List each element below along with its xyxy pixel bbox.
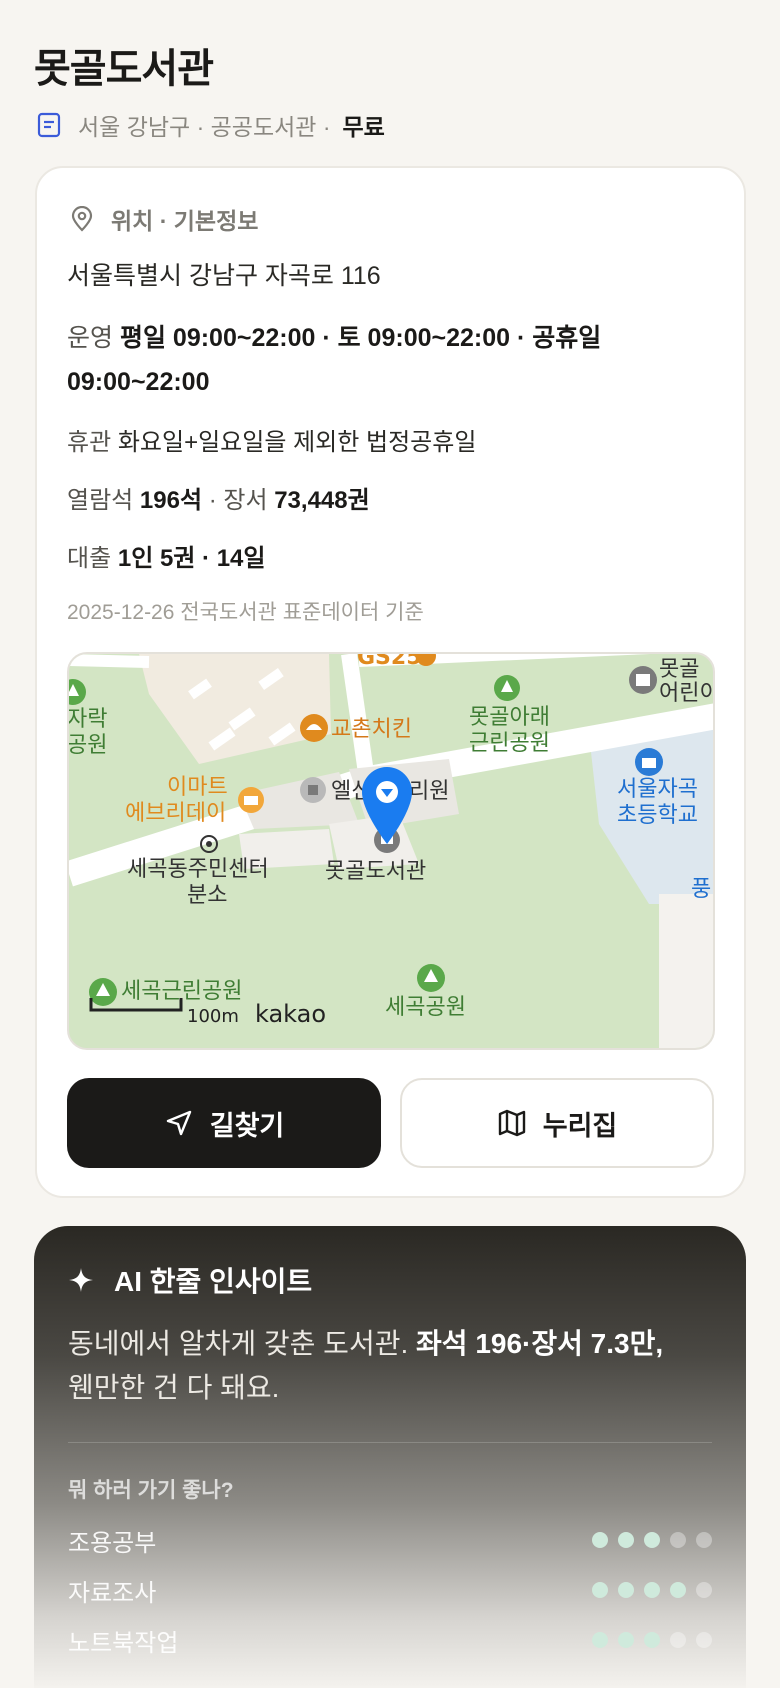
seats-label: 열람석 [67, 487, 134, 514]
loan-value: 1인 5권 · 14일 [117, 545, 266, 572]
rating-dot-filled [618, 1582, 634, 1598]
section-heading: 위치 · 기본정보 [69, 202, 258, 236]
map-label-elsi-2: 리원 [409, 779, 449, 804]
loan-label: 대출 [67, 545, 112, 572]
rating-dot-filled [618, 1632, 634, 1648]
info-card: 위치 · 기본정보 서울특별시 강남구 자곡로 116 운영 평일 09:00~… [35, 166, 746, 1198]
map-canvas[interactable]: GS25 자락 공원 교촌치킨 못골아래 근린공원 못골 어린이 이마트 에브리… [69, 654, 715, 1050]
seats-value: 196석 [139, 487, 203, 514]
loan-policy: 대출 1인 5권 · 14일 [67, 538, 265, 573]
ai-insight-text-plain: 동네에서 알차게 갖춘 도서관. [68, 1328, 417, 1359]
school-icon[interactable] [635, 748, 663, 776]
map-label-segok-park: 세곡공원 [385, 995, 466, 1020]
shopping-icon[interactable] [238, 787, 264, 813]
data-source: 2025-12-26 전국도서관 표준데이터 기준 [67, 601, 424, 624]
activity-row: 조용공부 [68, 1522, 712, 1558]
activity-rating [592, 1582, 712, 1598]
rating-dot-filled [592, 1582, 608, 1598]
rating-dot-filled [592, 1632, 608, 1648]
document-icon [37, 112, 61, 138]
map-label-gs25: GS25 [357, 654, 422, 670]
location-pin-icon [71, 206, 93, 232]
map-label-pung: 풍 [691, 877, 711, 902]
park-icon[interactable] [89, 978, 117, 1006]
address: 서울특별시 강남구 자곡로 116 [67, 262, 381, 290]
rating-dot-empty [696, 1582, 712, 1598]
rating-dot-empty [696, 1632, 712, 1648]
closed-label: 휴관 [67, 429, 112, 456]
activity-label: 노트북작업 [68, 1629, 179, 1657]
homepage-button[interactable]: 누리집 [400, 1078, 714, 1168]
ai-insight-text: 동네에서 알차게 갖춘 도서관. 좌석 196·장서 7.3만, 웬만한 건 다… [68, 1322, 708, 1410]
books-label: · 장서 [202, 487, 275, 514]
map-provider-logo: kakao [255, 1000, 326, 1028]
ai-insight-title: AI 한줄 인사이트 [114, 1266, 313, 1297]
rating-dot-empty [670, 1532, 686, 1548]
closed-days: 휴관 화요일+일요일을 제외한 법정공휴일 [67, 422, 476, 457]
activity-row: 자료조사 [68, 1572, 712, 1608]
library-meta: 서울 강남구 · 공공도서관 · 무료 [36, 108, 385, 142]
page-title: 못골도서관 [34, 47, 214, 91]
library-meta-text: 서울 강남구 · 공공도서관 · [78, 114, 331, 140]
activity-label: 조용공부 [68, 1529, 157, 1557]
library-icon[interactable] [629, 666, 657, 694]
books-value: 73,448권 [274, 487, 370, 514]
section-title: 위치 · 기본정보 [111, 208, 259, 234]
map-label-school: 서울자곡 [617, 777, 698, 802]
activity-label: 자료조사 [68, 1579, 157, 1607]
navigation-arrow-icon [166, 1110, 191, 1136]
map-label-kyochon: 교촌치킨 [331, 717, 412, 742]
opening-hours: 운영 평일 09:00~22:00 · 토 09:00~22:00 · 공휴일 … [67, 316, 687, 404]
map-label-motgol-children-2: 어린이 [659, 681, 715, 706]
rating-dot-empty [696, 1532, 712, 1548]
activity-question: 뭐 하러 가기 좋나? [68, 1479, 234, 1502]
directions-button[interactable]: 길찾기 [67, 1078, 381, 1168]
rating-dot-filled [592, 1532, 608, 1548]
ai-insight-header: AI 한줄 인사이트 [68, 1260, 312, 1300]
map-label-center-2: 분소 [187, 883, 227, 908]
map-label-jarak: 자락 [69, 707, 107, 732]
library-detail-page: 못골도서관 서울 강남구 · 공공도서관 · 무료 위치 · 기본정보 서울특별… [0, 0, 780, 1688]
map-label-motgol-park: 못골아래 [469, 705, 550, 730]
location-map[interactable]: GS25 자락 공원 교촌치킨 못골아래 근린공원 못골 어린이 이마트 에브리… [67, 652, 715, 1050]
park-icon[interactable] [494, 675, 520, 701]
fee-badge: 무료 [342, 114, 385, 140]
park-icon[interactable] [69, 679, 86, 705]
map-label-motgol-park-2: 근린공원 [469, 731, 550, 756]
map-label-park: 공원 [69, 733, 107, 758]
seats-and-books: 열람석 196석 · 장서 73,448권 [67, 480, 370, 515]
ai-insight-card: AI 한줄 인사이트 동네에서 알차게 갖춘 도서관. 좌석 196·장서 7.… [34, 1226, 746, 1688]
rating-dot-filled [618, 1532, 634, 1548]
map-label-school-2: 초등학교 [617, 803, 698, 828]
ai-insight-text-strong: 좌석 196·장서 7.3만, [416, 1328, 664, 1359]
ai-insight-text-tail: 웬만한 건 다 돼요. [68, 1372, 280, 1403]
map-label-library: 못골도서관 [325, 859, 426, 884]
hours-value: 평일 09:00~22:00 · 토 09:00~22:00 · 공휴일 09:… [67, 324, 602, 396]
activity-row: 노트북작업 [68, 1622, 712, 1658]
rating-dot-filled [670, 1582, 686, 1598]
hours-label: 운영 [67, 324, 114, 352]
activity-rating [592, 1632, 712, 1648]
activity-rating [592, 1532, 712, 1548]
rating-dot-filled [644, 1582, 660, 1598]
homepage-button-label: 누리집 [542, 1110, 618, 1141]
map-label-motgol-children: 못골 [659, 657, 699, 682]
directions-button-label: 길찾기 [209, 1110, 285, 1141]
rating-dot-filled [644, 1632, 660, 1648]
park-icon[interactable] [417, 964, 445, 992]
map-label-emart: 이마트 [167, 775, 228, 800]
map-scale-label: 100m [187, 1006, 239, 1027]
closed-value: 화요일+일요일을 제외한 법정공휴일 [117, 429, 477, 456]
map-icon [498, 1109, 525, 1137]
rating-dot-empty [670, 1632, 686, 1648]
map-label-emart-2: 에브리데이 [125, 801, 226, 826]
rating-dot-filled [644, 1532, 660, 1548]
map-label-center: 세곡동주민센터 [127, 857, 269, 882]
building-icon[interactable] [300, 777, 326, 803]
restaurant-icon[interactable] [300, 714, 328, 742]
sparkle-icon [69, 1268, 93, 1292]
divider [68, 1442, 712, 1443]
